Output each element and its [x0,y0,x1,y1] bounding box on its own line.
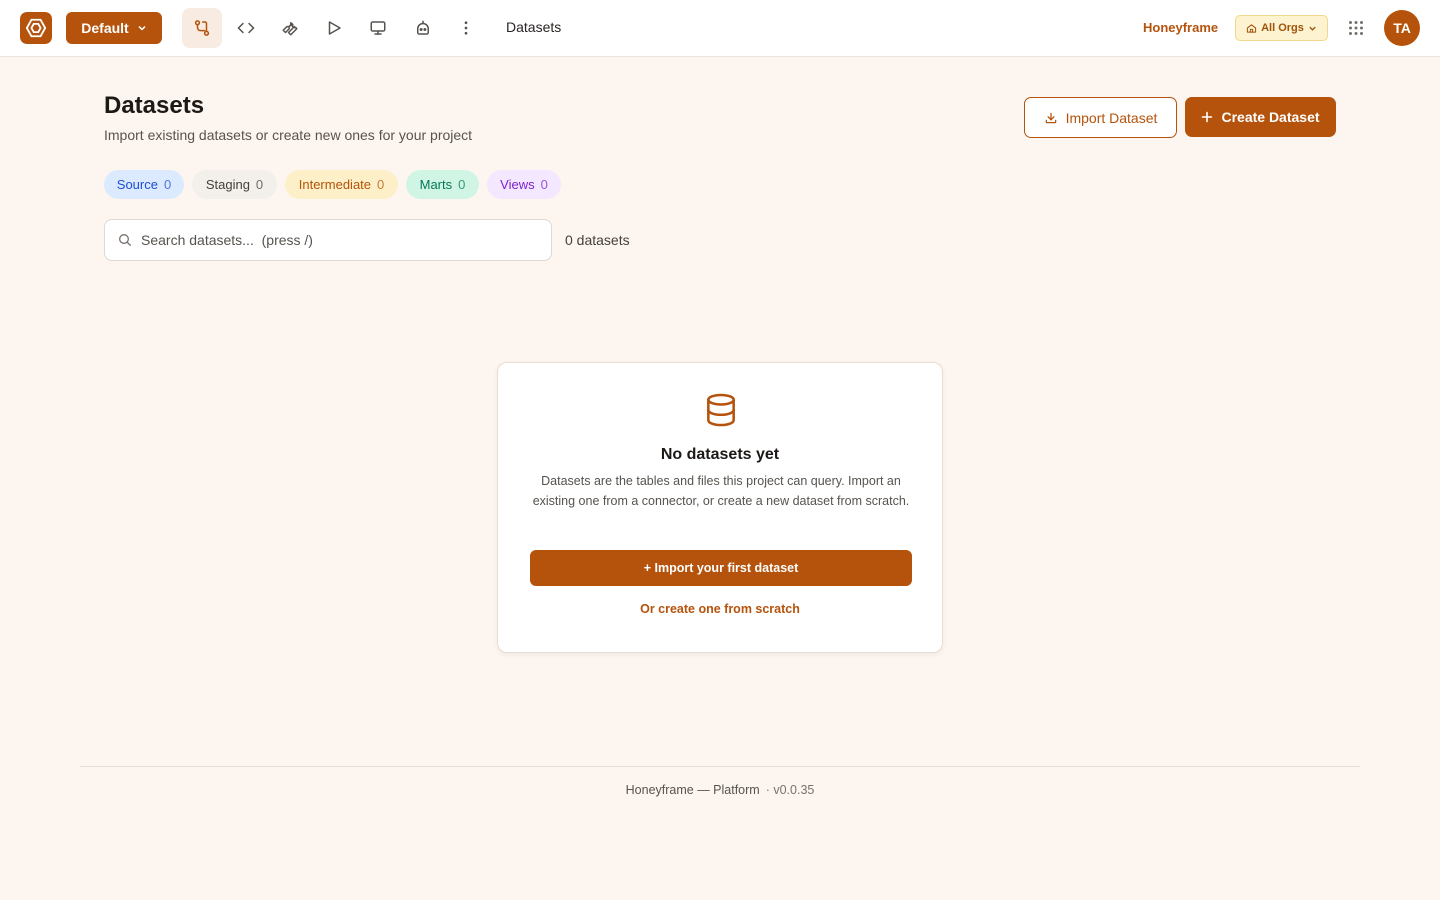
filter-chip-intermediate[interactable]: Intermediate 0 [285,170,398,199]
search-input[interactable] [141,220,541,260]
nav-more[interactable] [446,8,486,48]
wrench-icon [282,22,298,36]
top-bar: Default Datasets Honeyframe All Orgs TA [0,0,1440,57]
create-from-scratch-link[interactable]: Or create one from scratch [498,602,942,616]
results-count: 0 datasets [565,232,630,248]
org-selector-label: All Orgs [1261,22,1304,34]
chip-label: Intermediate [298,177,372,192]
breadcrumb: Datasets [506,19,562,35]
nav-git-branch[interactable] [182,8,222,48]
filter-chip-staging[interactable]: Staging 0 [192,170,277,199]
chip-count: 0 [255,177,264,192]
footer-divider [80,766,1360,767]
database-icon [707,393,735,427]
robot-icon [417,20,429,35]
empty-state-title: No datasets yet [660,446,780,463]
create-dataset-label: Create Dataset [1221,109,1320,125]
home-icon [1246,23,1257,33]
plus-icon [1202,111,1213,123]
nav-tools[interactable] [270,8,310,48]
monitor-icon [370,21,386,35]
nav-code[interactable] [226,8,266,48]
chip-label: Staging [205,177,250,192]
org-name-link[interactable]: Honeyframe [1143,20,1218,35]
footer-version: · v0.0.35 [765,783,815,797]
chip-count: 0 [377,177,385,192]
download-icon [1045,112,1056,123]
page-subtitle: Import existing datasets or create new o… [104,127,473,143]
org-selector[interactable]: All Orgs [1235,15,1328,41]
empty-state-card: No datasets yet Datasets are the tables … [497,362,943,653]
chevron-down-icon [138,25,146,31]
filter-chip-marts[interactable]: Marts 0 [406,170,479,199]
search-box [104,219,552,261]
nav-run[interactable] [314,8,354,48]
chevron-down-icon [1309,26,1316,31]
nav-agent[interactable] [403,8,443,48]
project-switcher-button[interactable]: Default [66,12,162,44]
create-dataset-button[interactable]: Create Dataset [1185,97,1336,137]
apps-grid-icon [1349,21,1363,35]
play-icon [328,21,341,35]
git-branch-icon [194,20,210,36]
code-icon [237,22,255,34]
project-switcher-label: Default [81,20,129,36]
user-avatar[interactable]: TA [1384,10,1420,46]
apps-grid-button[interactable] [1344,16,1368,40]
chip-count: 0 [540,177,548,192]
footer-brand: Honeyframe — Platform [625,783,760,797]
filter-chip-source[interactable]: Source 0 [104,170,184,199]
filter-chip-views[interactable]: Views 0 [487,170,561,199]
more-vertical-icon [464,21,468,35]
footer: Honeyframe — Platform · v0.0.35 [0,783,1440,797]
nav-monitor[interactable] [358,8,398,48]
chip-label: Marts [419,177,453,192]
import-dataset-button[interactable]: Import Dataset [1024,97,1177,138]
chip-count: 0 [458,177,466,192]
chip-count: 0 [163,177,172,192]
chip-label: Source [116,177,158,192]
search-icon [119,234,131,246]
hexagon-logo-icon [25,18,47,38]
chip-label: Views [500,177,535,192]
page-title: Datasets [104,92,205,119]
import-first-dataset-button[interactable]: + Import your first dataset [530,550,912,586]
app-logo[interactable] [20,12,52,44]
import-dataset-label: Import Dataset [1065,109,1158,126]
empty-state-description: Datasets are the tables and files this p… [532,474,910,508]
